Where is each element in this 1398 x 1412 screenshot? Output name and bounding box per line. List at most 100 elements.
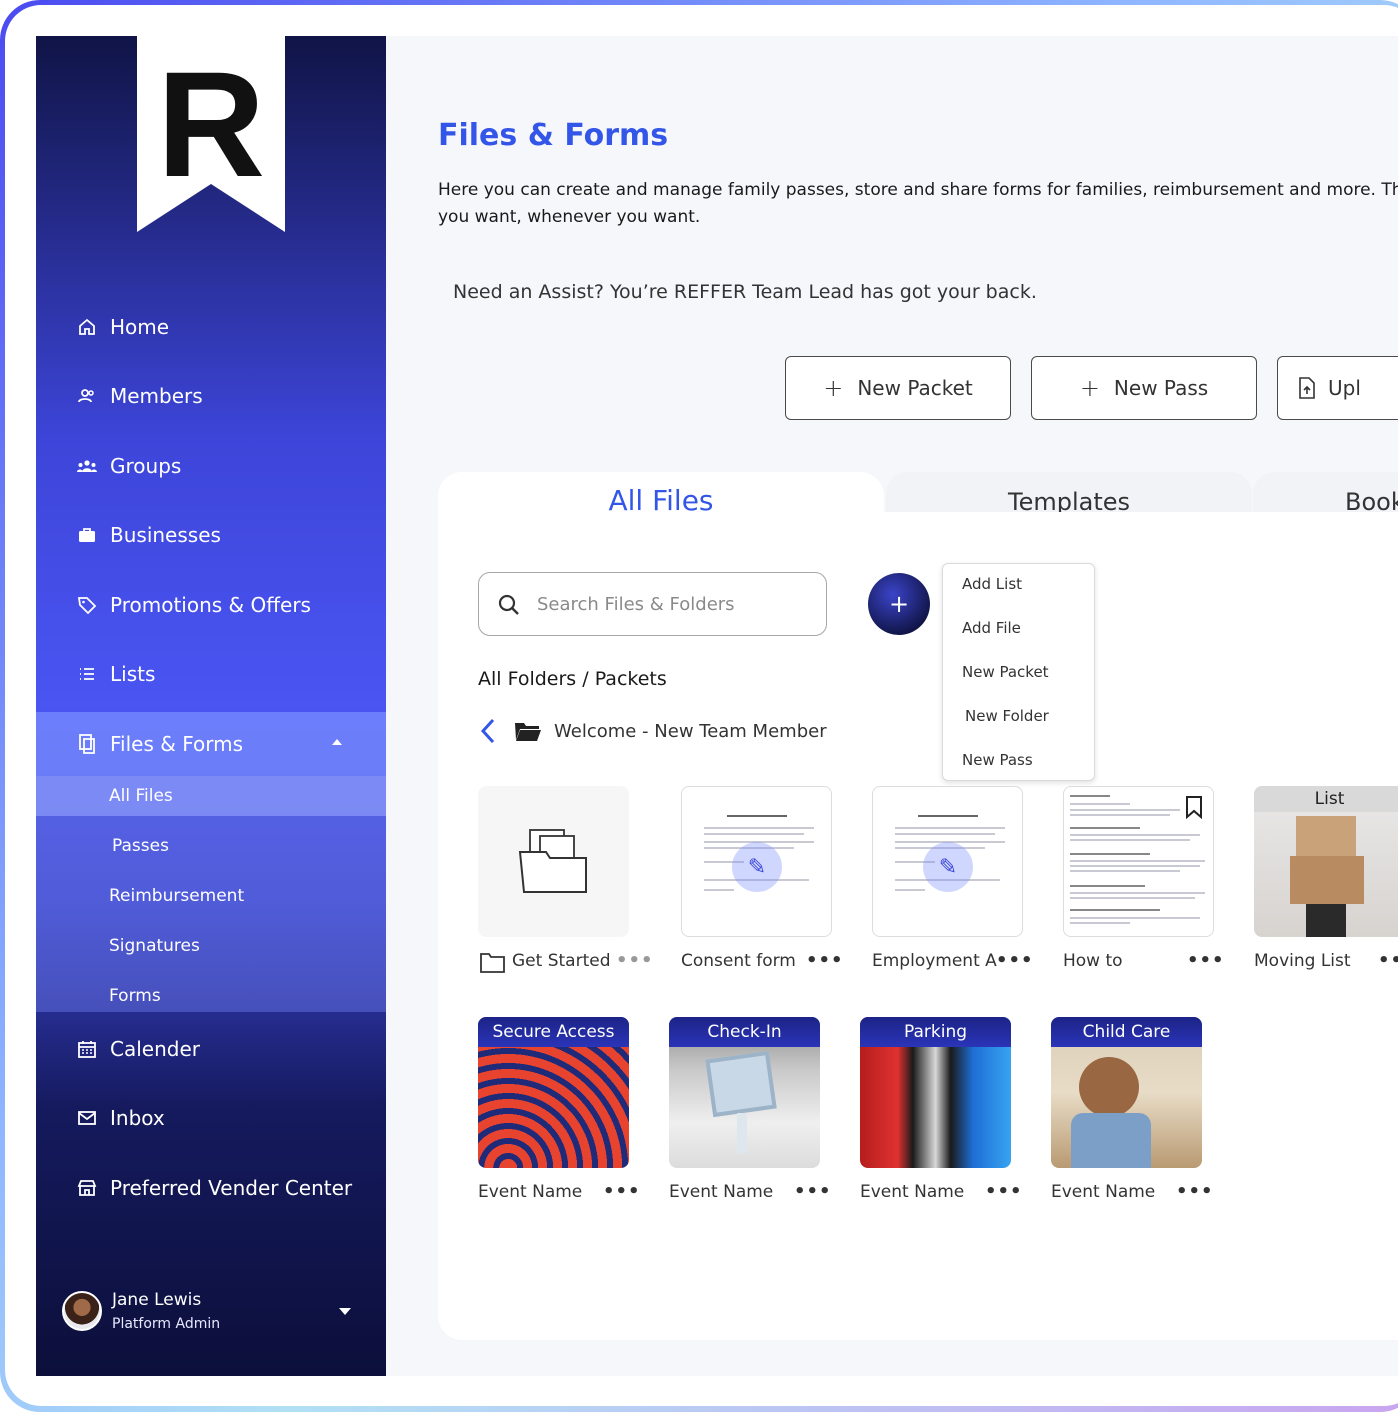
description-line: Here you can create and manage family pa… [438, 180, 1398, 200]
subitem-label: Signatures [109, 936, 200, 956]
list-icon [76, 663, 98, 685]
sidebar-item-preferred-vender[interactable]: Preferred Vender Center [36, 1158, 386, 1218]
menu-item-add-list[interactable]: Add List [962, 575, 1022, 593]
more-icon[interactable]: ••• [996, 950, 1034, 971]
child-face-image [1079, 1057, 1139, 1117]
sidebar-subitem-passes[interactable]: Passes [36, 826, 386, 866]
child-overalls-image [1071, 1113, 1151, 1168]
event-card-child-care[interactable]: Child Care [1051, 1017, 1202, 1168]
button-label: New Packet [857, 376, 973, 400]
sidebar-subitem-all-files[interactable]: All Files [36, 776, 386, 816]
subitem-label: Reimbursement [109, 886, 245, 906]
more-icon[interactable]: ••• [1176, 1181, 1214, 1202]
button-label: New Pass [1113, 376, 1209, 400]
sidebar-item-label: Businesses [110, 523, 221, 547]
card-banner: List [1254, 786, 1398, 812]
plus-icon: + [823, 374, 844, 402]
sidebar-item-label: Inbox [110, 1106, 165, 1130]
sidebar-item-label: Files & Forms [110, 732, 243, 756]
tab-all-files[interactable]: All Files [438, 472, 884, 542]
more-icon[interactable]: ••• [603, 1181, 641, 1202]
menu-item-add-file[interactable]: Add File [962, 619, 1021, 637]
more-icon[interactable]: ••• [985, 1181, 1023, 1202]
file-card-get-started[interactable] [478, 786, 629, 937]
file-card-how-to[interactable] [1063, 786, 1214, 937]
box-image [1296, 816, 1356, 856]
plus-icon: + [1079, 374, 1100, 402]
folders-label: All Folders / Packets [478, 668, 667, 690]
sidebar-item-label: Members [110, 384, 203, 408]
new-pass-button[interactable]: + New Pass [1031, 356, 1257, 420]
more-icon[interactable]: ••• [806, 950, 844, 971]
more-icon[interactable]: ••• [616, 950, 654, 971]
card-banner: Secure Access [478, 1017, 629, 1047]
sidebar-subitem-reimbursement[interactable]: Reimbursement [36, 876, 386, 916]
description-line: you want, whenever you want. [438, 207, 701, 227]
sidebar-item-home[interactable]: Home [36, 297, 386, 357]
event-card-parking[interactable]: Parking [860, 1017, 1011, 1168]
sidebar-item-groups[interactable]: Groups [36, 436, 386, 496]
menu-item-new-folder[interactable]: New Folder [965, 707, 1049, 725]
event-name: Event Name [478, 1182, 583, 1202]
avatar [62, 1291, 102, 1331]
file-card-employment[interactable]: ✎ [872, 786, 1023, 937]
app-window: R Home Members Groups Businesses Promoti… [36, 36, 1398, 1376]
files-icon [76, 733, 98, 755]
search-icon [497, 593, 521, 622]
person-image [1306, 904, 1346, 937]
add-button[interactable]: + [868, 573, 930, 635]
sidebar-item-label: Lists [110, 662, 156, 686]
upload-file-icon [1298, 377, 1316, 399]
menu-item-new-pass[interactable]: New Pass [962, 751, 1033, 769]
page-title: Files & Forms [438, 118, 669, 153]
event-name: Event Name [1051, 1182, 1156, 1202]
sidebar-item-calendar[interactable]: Calender [36, 1019, 386, 1079]
kiosk-image [705, 1050, 777, 1118]
event-name: Event Name [669, 1182, 774, 1202]
menu-item-new-packet[interactable]: New Packet [962, 663, 1049, 681]
new-packet-button[interactable]: + New Packet [785, 356, 1011, 420]
chevron-down-icon[interactable] [339, 1308, 351, 1315]
sidebar-item-label: Preferred Vender Center [110, 1176, 353, 1200]
event-card-check-in[interactable]: Check-In [669, 1017, 820, 1168]
box-image [1290, 856, 1364, 904]
search-input[interactable]: Search Files & Folders [478, 572, 827, 636]
more-icon[interactable]: ••• [794, 1181, 832, 1202]
user-profile[interactable]: Jane Lewis Platform Admin [62, 1290, 362, 1338]
event-card-secure-access[interactable]: Secure Access [478, 1017, 629, 1168]
assist-text: Need an Assist? You’re REFFER Team Lead … [453, 281, 1037, 303]
page-description: Here you can create and manage family pa… [438, 177, 1398, 231]
svg-text:R: R [157, 40, 265, 208]
sidebar-item-businesses[interactable]: Businesses [36, 505, 386, 565]
home-icon [76, 316, 98, 338]
chevron-left-icon[interactable] [478, 716, 498, 746]
logo-bookmark-icon[interactable]: R [137, 36, 285, 232]
sidebar-item-label: Promotions & Offers [110, 593, 311, 617]
user-name: Jane Lewis [112, 1290, 202, 1310]
add-menu: Add List Add File New Packet New Folder … [942, 563, 1095, 781]
file-name: How to [1063, 951, 1123, 971]
sidebar-subitem-forms[interactable]: Forms [36, 976, 386, 1016]
event-name: Event Name [860, 1182, 965, 1202]
subitem-label: Passes [112, 836, 169, 856]
more-icon[interactable]: ••• [1187, 950, 1225, 971]
sidebar-item-lists[interactable]: Lists [36, 644, 386, 704]
file-card-consent-form[interactable]: ✎ [681, 786, 832, 937]
breadcrumb-current: Welcome - New Team Member [554, 720, 827, 742]
chevron-up-icon[interactable] [332, 739, 342, 745]
card-banner: Check-In [669, 1017, 820, 1047]
user-role: Platform Admin [112, 1316, 221, 1332]
sidebar-item-files-forms[interactable]: Files & Forms [36, 712, 386, 776]
file-card-moving-list[interactable]: List [1254, 786, 1398, 937]
sidebar-subitem-signatures[interactable]: Signatures [36, 926, 386, 966]
upload-button[interactable]: Upl [1277, 356, 1398, 420]
sidebar-item-label: Calender [110, 1037, 200, 1061]
bookmark-icon[interactable] [1184, 795, 1204, 819]
sidebar: R Home Members Groups Businesses Promoti… [36, 36, 386, 1376]
more-icon[interactable]: ••• [1378, 950, 1398, 971]
file-name: Employment A [872, 951, 997, 971]
button-label: Upl [1328, 376, 1361, 400]
sidebar-item-promotions[interactable]: Promotions & Offers [36, 575, 386, 635]
sidebar-item-members[interactable]: Members [36, 366, 386, 426]
sidebar-item-inbox[interactable]: Inbox [36, 1088, 386, 1148]
